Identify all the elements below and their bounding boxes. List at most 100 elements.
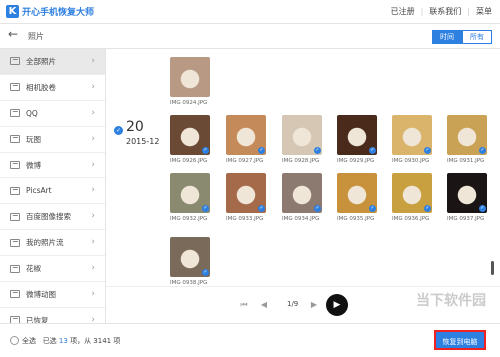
photo-filename: IMG 0928.JPG — [282, 158, 320, 164]
chevron-right-icon: › — [91, 237, 95, 248]
registered-link[interactable]: 已注册 — [391, 6, 415, 17]
photo-filename: IMG 0927.JPG — [226, 158, 264, 164]
image-icon — [10, 186, 20, 195]
recover-to-computer-button[interactable]: 恢复到电脑 — [434, 330, 486, 350]
photo-thumbnail[interactable]: ✓ — [226, 115, 266, 155]
sidebar-item-qq[interactable]: QQ › — [0, 101, 105, 127]
chevron-right-icon: › — [91, 81, 95, 92]
sidebar-item-weibo-gif[interactable]: 微博动图 › — [0, 282, 105, 308]
image-icon — [10, 238, 20, 247]
sidebar-item-label: 玩图 — [26, 134, 41, 144]
photo-filename: IMG 0934.JPG — [282, 216, 320, 222]
check-icon[interactable]: ✓ — [369, 147, 376, 154]
photo-thumbnail[interactable]: ✓ — [282, 115, 322, 155]
last-page-icon[interactable]: ▶ — [326, 294, 348, 316]
image-icon — [10, 161, 20, 169]
photo-filename: IMG 0930.JPG — [392, 158, 430, 164]
chevron-right-icon: › — [91, 211, 95, 222]
prev-page-icon[interactable]: ◀ — [258, 299, 270, 311]
sidebar-item-huajiao[interactable]: 花椒 › — [0, 256, 105, 283]
check-icon[interactable]: ✓ — [258, 147, 265, 154]
chevron-right-icon: › — [91, 56, 95, 66]
app-logo: K — [6, 5, 19, 18]
photo-thumbnail[interactable]: ✓ — [392, 115, 432, 155]
sidebar-item-label: 我的照片流 — [26, 238, 64, 248]
sidebar-item-weibo[interactable]: 微博 › — [0, 153, 105, 179]
first-page-icon[interactable]: ⏮ — [238, 299, 250, 311]
next-page-icon[interactable]: ▶ — [308, 299, 320, 311]
check-icon[interactable]: ✓ — [424, 205, 431, 212]
scrollbar[interactable] — [491, 261, 494, 275]
menu-link[interactable]: 菜单 — [476, 6, 492, 17]
photo-filename: IMG 0926.JPG — [170, 158, 208, 164]
check-icon[interactable]: ✓ — [314, 205, 321, 212]
photo-filename: IMG 0931.JPG — [447, 158, 485, 164]
sidebar-item-label: QQ — [26, 108, 38, 118]
image-icon — [10, 135, 20, 144]
sidebar-item-all-photos[interactable]: 全部照片 › — [0, 49, 105, 75]
page-indicator: 1/9 — [287, 300, 299, 308]
photo-thumbnail[interactable]: ✓ — [170, 237, 210, 277]
photo-filename: IMG 0935.JPG — [337, 216, 375, 222]
selection-status: 全选 已选 13 项，从 3141 项 — [22, 336, 120, 346]
photo-thumbnail[interactable]: ✓ — [170, 115, 210, 155]
photo-thumbnail[interactable]: ✓ — [447, 173, 487, 213]
chevron-right-icon: › — [91, 159, 95, 170]
check-icon[interactable]: ✓ — [314, 147, 321, 154]
photo-grid-area: ✓ 20 2015-12 IMG 0924.JPG ✓ IMG 0926.JPG ✓ I… — [106, 49, 500, 323]
separator: | — [467, 7, 470, 16]
chevron-right-icon: › — [91, 185, 95, 196]
sidebar-item-photo-stream[interactable]: 我的照片流 › — [0, 230, 105, 257]
app-title: 开心手机恢复大师 — [22, 8, 95, 18]
image-icon — [10, 83, 20, 92]
photo-filename: IMG 0932.JPG — [170, 216, 208, 222]
chevron-right-icon: › — [91, 133, 95, 144]
sidebar-item-camera-roll[interactable]: 相机胶卷 › — [0, 75, 105, 101]
arrow-left-icon[interactable]: ← — [8, 27, 18, 41]
image-icon — [10, 212, 20, 221]
photo-thumbnail[interactable] — [170, 57, 210, 97]
sidebar-item-label: 微博 — [26, 160, 41, 170]
photo-thumbnail[interactable]: ✓ — [282, 173, 322, 213]
check-icon[interactable]: ✓ — [202, 205, 209, 212]
date-day: 20 — [126, 119, 144, 135]
tab-all[interactable]: 所有 — [462, 30, 492, 44]
check-icon[interactable]: ✓ — [202, 147, 209, 154]
photo-thumbnail[interactable]: ✓ — [170, 173, 210, 213]
toolbar: ← 照片 时间 所有 — [0, 24, 500, 49]
check-icon[interactable]: ✓ — [258, 205, 265, 212]
photo-filename: IMG 0936.JPG — [392, 216, 430, 222]
contact-link[interactable]: 联系我们 — [429, 6, 461, 17]
photo-thumbnail[interactable]: ✓ — [392, 173, 432, 213]
selected-prefix: 已选 — [42, 337, 57, 345]
breadcrumb: 照片 — [28, 32, 44, 41]
sidebar-item-baidu-image-search[interactable]: 百度图像搜索 › — [0, 204, 105, 231]
selected-total: 项，从 3141 项 — [70, 337, 121, 345]
photo-thumbnail[interactable]: ✓ — [337, 115, 377, 155]
photo-filename: IMG 0929.JPG — [337, 158, 375, 164]
check-icon[interactable]: ✓ — [202, 269, 209, 276]
sidebar-item-picsart[interactable]: PicsArt › — [0, 178, 105, 205]
chevron-right-icon: › — [91, 289, 95, 300]
check-icon[interactable]: ✓ — [114, 126, 123, 135]
sidebar-item-label: PicsArt — [26, 186, 52, 196]
check-icon[interactable]: ✓ — [424, 147, 431, 154]
select-all-label: 全选 — [22, 337, 36, 345]
title-bar: K 开心手机恢复大师 已注册 | 联系我们 | 菜单 — [0, 0, 500, 24]
image-icon — [10, 57, 20, 66]
photo-thumbnail[interactable]: ✓ — [226, 173, 266, 213]
sidebar-item-wantu[interactable]: 玩图 › — [0, 127, 105, 153]
check-icon[interactable]: ✓ — [369, 205, 376, 212]
photo-filename: IMG 0937.JPG — [447, 216, 485, 222]
tab-time[interactable]: 时间 — [432, 30, 462, 44]
sidebar: 全部照片 › 相机胶卷 › QQ › 玩图 › 微博 › PicsArt › 百度图像搜索 ›… — [0, 49, 106, 334]
sidebar-item-label: 花椒 — [26, 264, 41, 274]
check-icon[interactable]: ✓ — [479, 205, 486, 212]
sidebar-item-label: 全部照片 — [26, 56, 56, 66]
photo-thumbnail[interactable]: ✓ — [447, 115, 487, 155]
sidebar-item-label: 相机胶卷 — [26, 82, 56, 92]
check-icon[interactable]: ✓ — [479, 147, 486, 154]
photo-thumbnail[interactable]: ✓ — [337, 173, 377, 213]
select-all-checkbox[interactable] — [10, 336, 19, 345]
status-bar: 全选 已选 13 项，从 3141 项 恢复到电脑 — [0, 323, 500, 357]
